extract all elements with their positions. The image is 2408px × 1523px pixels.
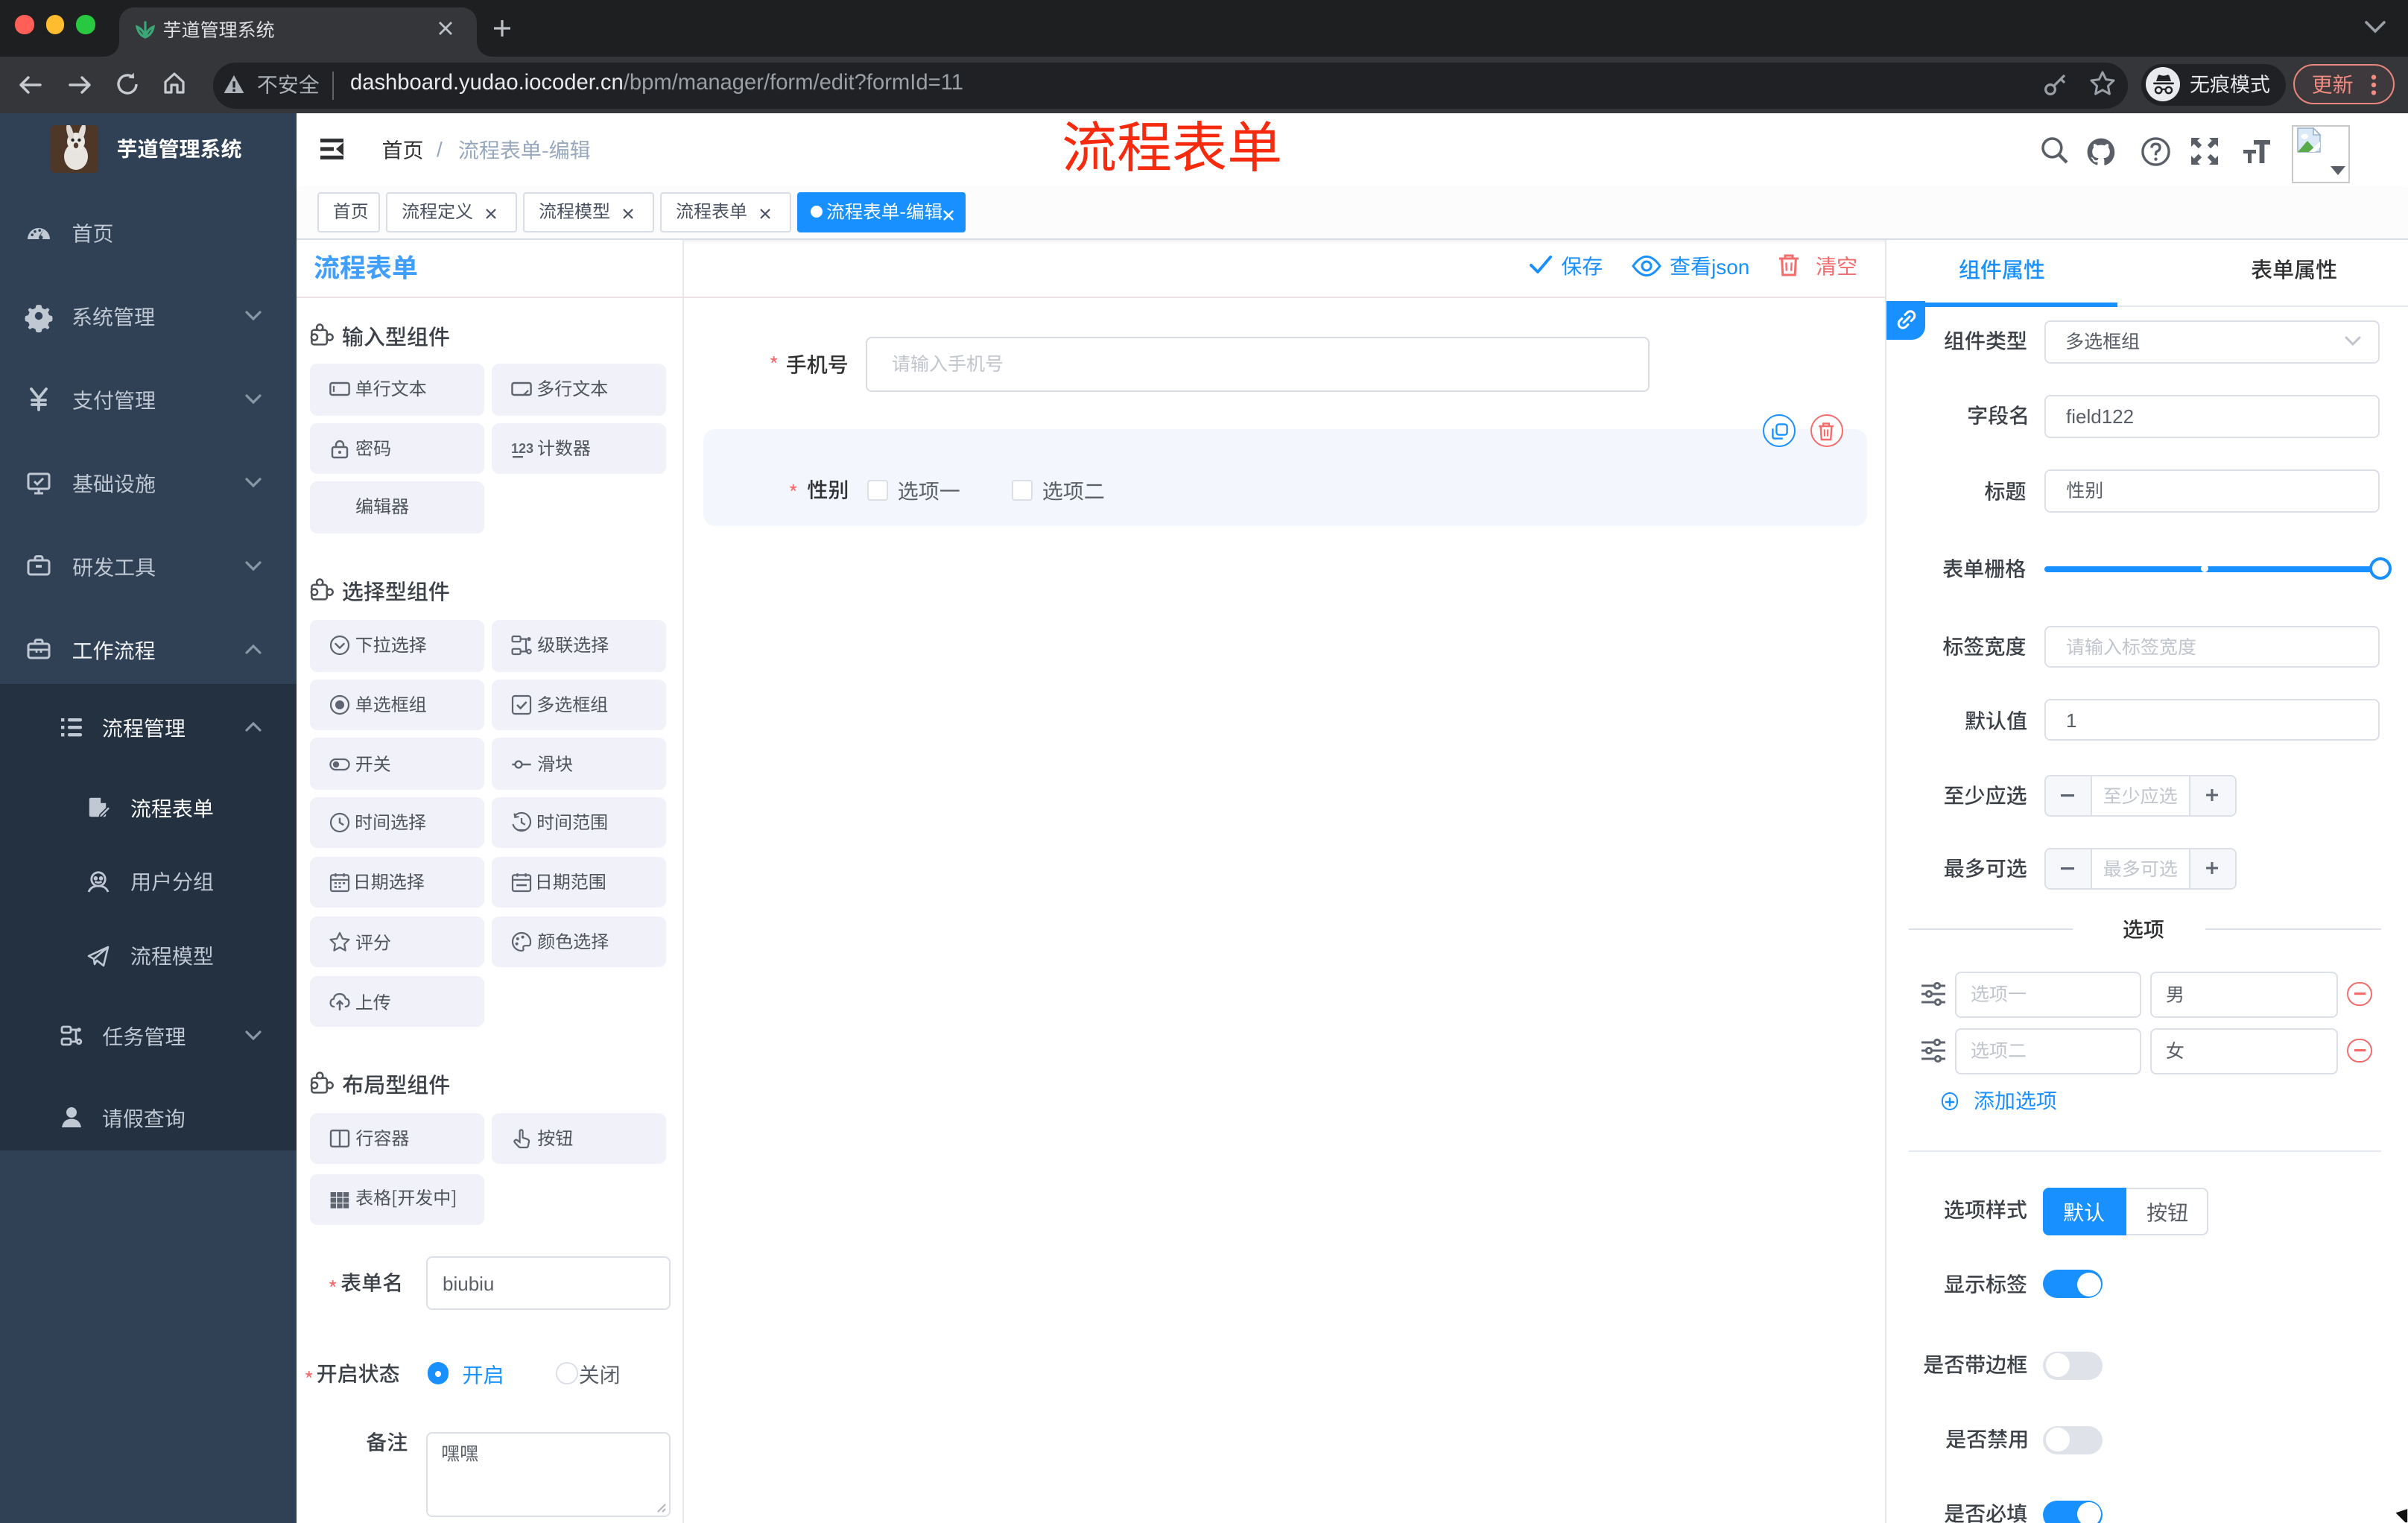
- svg-text:123: 123: [511, 441, 533, 456]
